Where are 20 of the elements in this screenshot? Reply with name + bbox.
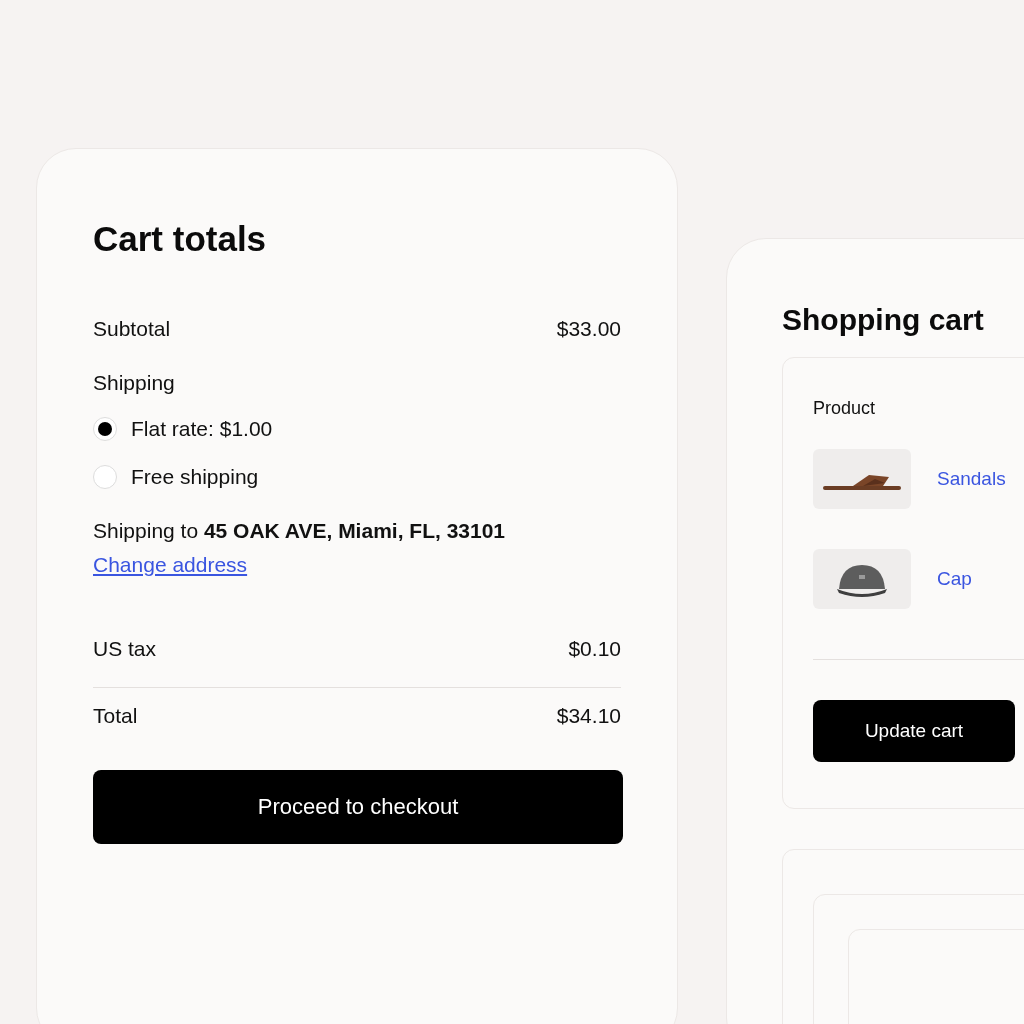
- radio-button[interactable]: [93, 465, 117, 489]
- checkout-button[interactable]: Proceed to checkout: [93, 770, 623, 844]
- shipping-destination: Shipping to 45 OAK AVE, Miami, FL, 33101: [93, 519, 507, 543]
- total-label: Total: [93, 704, 138, 728]
- subtotal-value: $33.00: [556, 317, 621, 341]
- product-link[interactable]: Cap: [937, 568, 972, 590]
- tax-value: $0.10: [568, 637, 621, 661]
- change-address-link[interactable]: Change address: [93, 553, 248, 577]
- subtotal-label: Subtotal: [93, 317, 171, 341]
- card-title: Shopping cart: [782, 303, 985, 337]
- update-cart-button[interactable]: Update cart: [813, 700, 1015, 762]
- total-value: $34.10: [556, 704, 621, 728]
- card-title: Cart totals: [93, 219, 268, 259]
- shipping-label: Shipping: [93, 371, 175, 395]
- shipping-option-label: Flat rate: $1.00: [131, 417, 273, 441]
- radio-button[interactable]: [93, 417, 117, 441]
- column-header: Product: [813, 398, 876, 418]
- product-link[interactable]: Sandals: [937, 468, 1006, 490]
- shipping-option-label: Free shipping: [131, 465, 259, 489]
- tax-label: US tax: [93, 637, 157, 661]
